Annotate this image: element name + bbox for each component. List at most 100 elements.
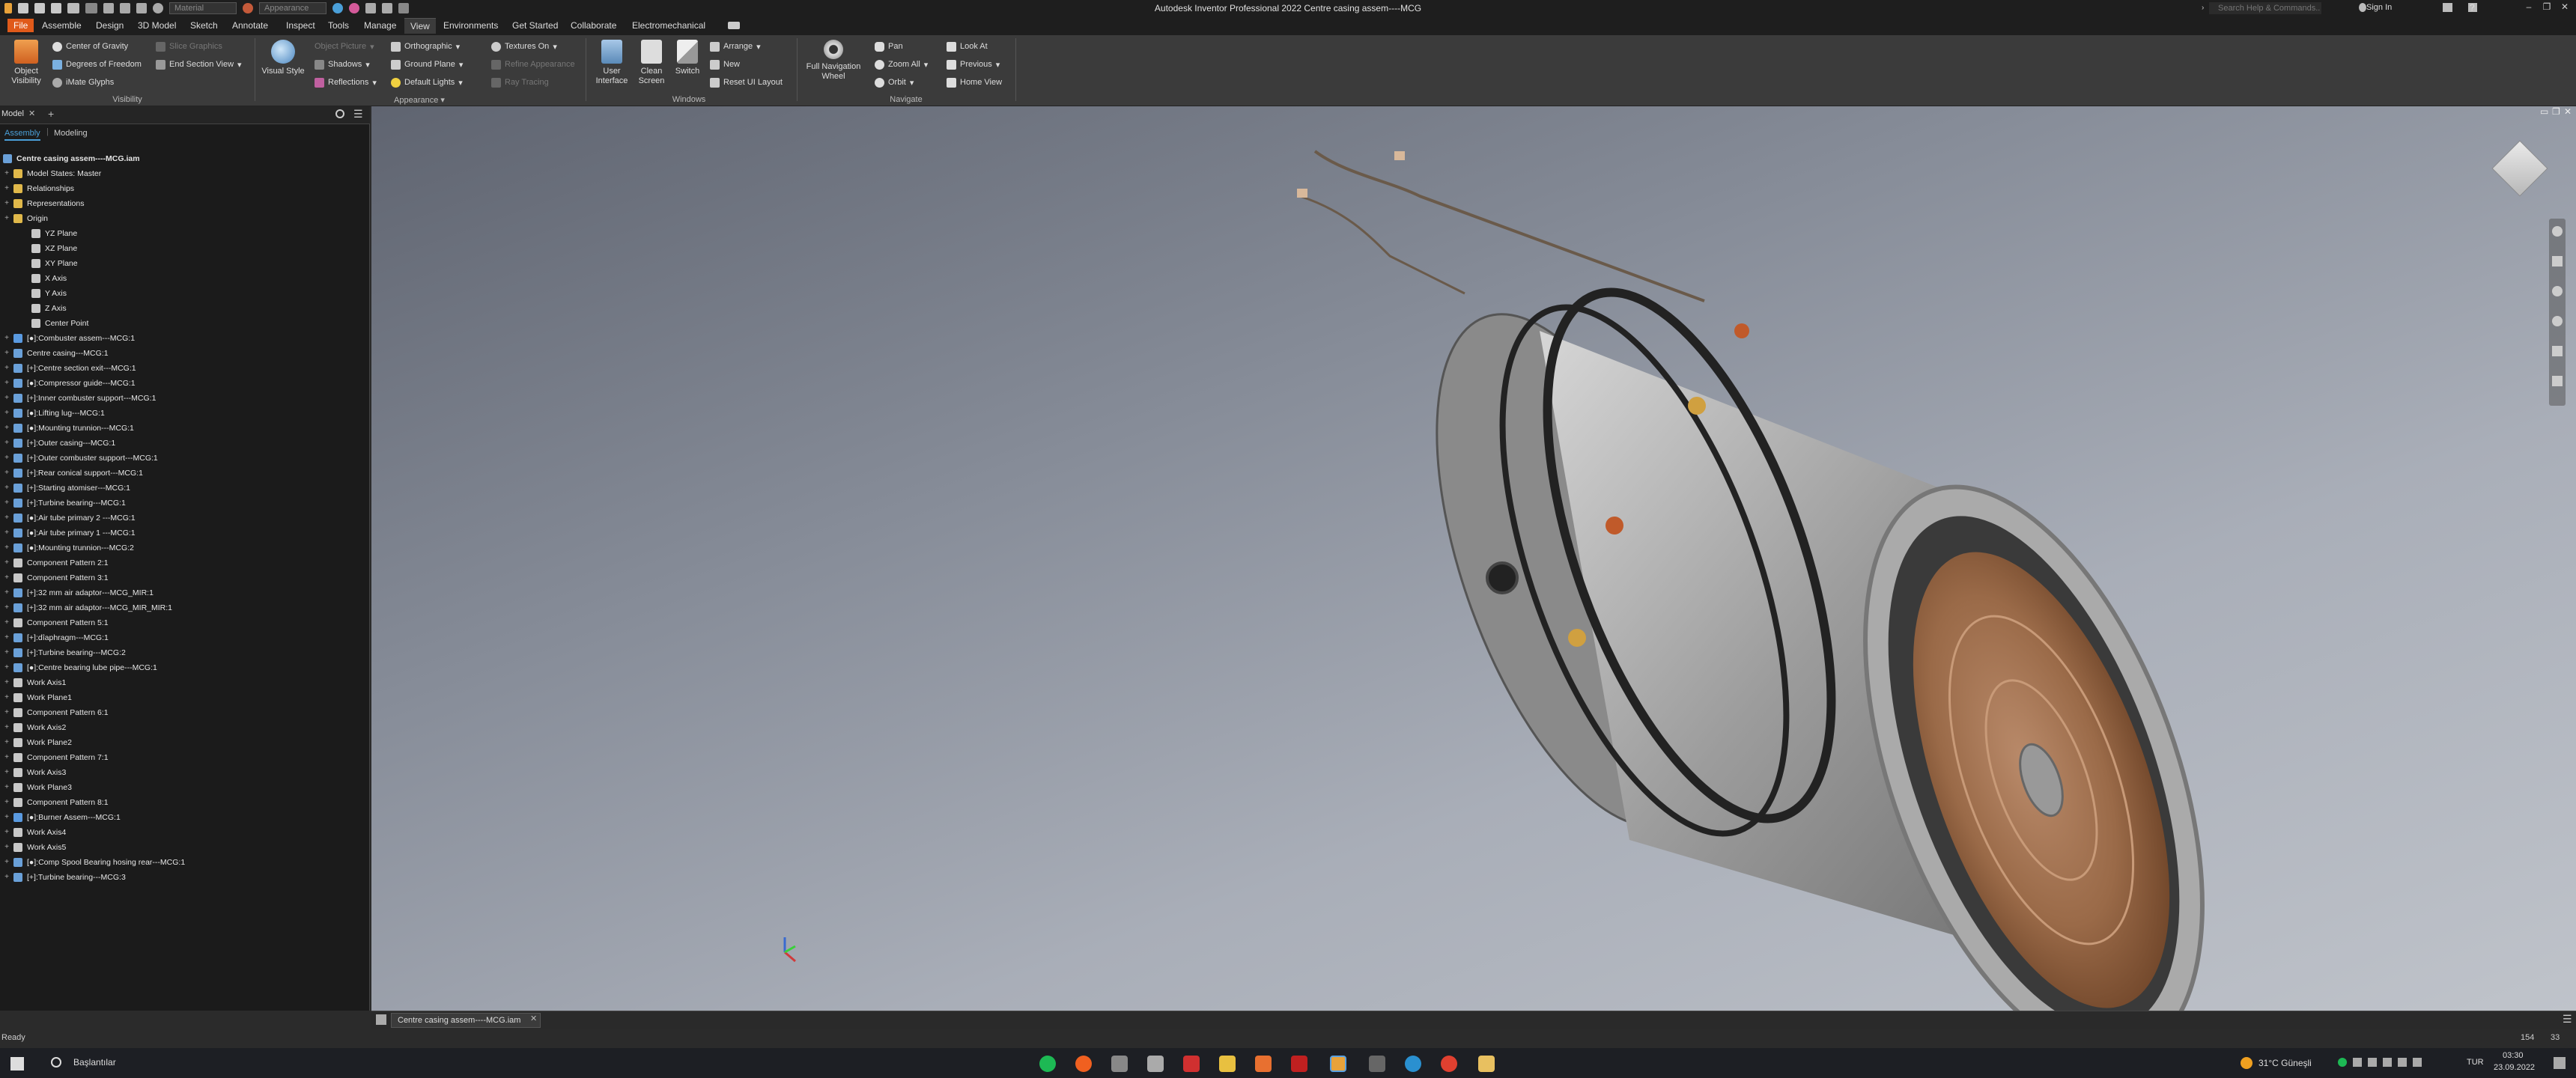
viewport-restore-icon[interactable]: ▭ [2540, 106, 2548, 117]
customize-icon[interactable] [398, 3, 409, 13]
full-navigation-wheel-button[interactable]: Full Navigation Wheel [801, 40, 866, 82]
expand-icon[interactable]: + [3, 496, 10, 511]
tree-item[interactable]: + Work Plane3 [0, 780, 370, 795]
tree-item[interactable]: Z Axis [0, 301, 370, 316]
taskbar-search-label[interactable]: Başlantılar [73, 1057, 116, 1068]
search-input[interactable] [2209, 2, 2321, 14]
reflections-button[interactable]: Reflections ▾ [315, 75, 377, 90]
new-window-button[interactable]: New [710, 57, 740, 72]
object-picture-button[interactable]: Object Picture ▾ [315, 39, 374, 54]
tab-assemble[interactable]: Assemble [42, 20, 82, 31]
search-icon[interactable] [51, 1057, 61, 1068]
material-select[interactable]: Material [169, 2, 237, 14]
expand-icon[interactable]: + [3, 196, 10, 211]
center-of-gravity-button[interactable]: Center of Gravity [52, 39, 128, 54]
expand-icon[interactable]: + [3, 451, 10, 466]
expand-icon[interactable]: + [3, 540, 10, 555]
inventor-logo-icon[interactable] [4, 3, 12, 13]
add-tab-icon[interactable]: + [48, 108, 54, 120]
expand-icon[interactable]: + [3, 361, 10, 376]
maximize-button[interactable]: ❐ [2540, 1, 2554, 13]
look-at-icon[interactable] [2552, 346, 2563, 356]
expand-icon[interactable]: + [3, 795, 10, 810]
new-icon[interactable] [18, 3, 28, 13]
graphics-viewport[interactable]: ▭ ❐ ✕ [371, 106, 2576, 1011]
tree-item[interactable]: XZ Plane [0, 241, 370, 256]
tree-item[interactable]: + [+]:Rear conical support---MCG:1 [0, 466, 370, 481]
close-tab-icon[interactable]: ✕ [28, 109, 35, 118]
expand-icon[interactable]: + [3, 765, 10, 780]
weather-icon[interactable] [2241, 1057, 2253, 1069]
zoom-icon[interactable] [2552, 286, 2563, 296]
refine-appearance-button[interactable]: Refine Appearance [491, 57, 575, 72]
textures-on-button[interactable]: Textures On ▾ [491, 39, 557, 54]
weather-text[interactable]: 31°C Güneşli [2258, 1058, 2312, 1068]
sign-in-link[interactable]: Sign In [2366, 3, 2392, 12]
clock-date[interactable]: 23.09.2022 [2494, 1063, 2535, 1072]
expand-icon[interactable]: + [3, 526, 10, 540]
expand-icon[interactable]: + [3, 630, 10, 645]
hamburger-menu-icon[interactable]: ☰ [353, 108, 363, 121]
battery-icon[interactable] [2413, 1058, 2422, 1067]
tree-item[interactable]: + [+]:Starting atomiser---MCG:1 [0, 481, 370, 496]
tree-item[interactable]: + [+]:Outer casing---MCG:1 [0, 436, 370, 451]
expand-icon[interactable]: + [3, 615, 10, 630]
minimize-button[interactable]: – [2522, 1, 2536, 13]
expand-icon[interactable]: + [3, 346, 10, 361]
tree-item[interactable]: + [●]:Centre bearing lube pipe---MCG:1 [0, 660, 370, 675]
pan-icon[interactable] [2552, 256, 2563, 267]
tree-item[interactable]: + Work Plane1 [0, 690, 370, 705]
ground-plane-button[interactable]: Ground Plane ▾ [391, 57, 463, 72]
arrange-button[interactable]: Arrange ▾ [710, 39, 761, 54]
fx-icon[interactable] [382, 3, 392, 13]
tab-assembly[interactable]: Assembly [4, 129, 40, 141]
tab-model[interactable]: Model [1, 109, 24, 118]
color-override-icon[interactable] [332, 3, 343, 13]
tabs-menu-icon[interactable]: ☰ [2563, 1013, 2572, 1026]
reset-ui-layout-button[interactable]: Reset UI Layout [710, 75, 783, 90]
orbit-button[interactable]: Orbit ▾ [875, 75, 914, 90]
tab-environments[interactable]: Environments [443, 20, 498, 31]
home-view-button[interactable]: Home View [947, 75, 1002, 90]
expand-icon[interactable]: + [3, 750, 10, 765]
tree-item[interactable]: + [+]:Centre section exit---MCG:1 [0, 361, 370, 376]
language-indicator[interactable]: TUR [2467, 1058, 2484, 1067]
previous-view-button[interactable]: Previous ▾ [947, 57, 1000, 72]
expand-icon[interactable]: + [3, 690, 10, 705]
tree-item[interactable]: + [+]:Outer combuster support---MCG:1 [0, 451, 370, 466]
expand-icon[interactable]: + [3, 660, 10, 675]
tab-tools[interactable]: Tools [328, 20, 349, 31]
expand-icon[interactable]: + [3, 840, 10, 855]
tree-item[interactable]: + [●]:Air tube primary 1 ---MCG:1 [0, 526, 370, 540]
update-icon[interactable] [120, 3, 130, 13]
search-icon[interactable] [335, 109, 344, 118]
tree-item[interactable]: + Component Pattern 7:1 [0, 750, 370, 765]
tree-item[interactable]: + [+]:Inner combuster support---MCG:1 [0, 391, 370, 406]
undo-icon[interactable] [67, 3, 79, 13]
default-lights-button[interactable]: Default Lights ▾ [391, 75, 463, 90]
tree-item[interactable]: + Component Pattern 2:1 [0, 555, 370, 570]
expand-icon[interactable]: + [3, 331, 10, 346]
app-icon[interactable] [1255, 1056, 1272, 1072]
spotify-icon[interactable] [1039, 1056, 1056, 1072]
tray-icon[interactable] [2368, 1058, 2377, 1067]
tree-item[interactable]: + [+]:Turbine bearing---MCG:3 [0, 870, 370, 885]
tree-item[interactable]: + Representations [0, 196, 370, 211]
help-icon[interactable]: ? [2470, 2, 2479, 13]
tree-item[interactable]: + [●]:Comp Spool Bearing hosing rear---MC… [0, 855, 370, 870]
expand-icon[interactable]: + [3, 645, 10, 660]
tree-item[interactable]: + Centre casing---MCG:1 [0, 346, 370, 361]
tree-item[interactable]: + Work Axis4 [0, 825, 370, 840]
end-section-view-button[interactable]: End Section View ▾ [156, 57, 242, 72]
tree-item[interactable]: + [+]:dîaphragm---MCG:1 [0, 630, 370, 645]
tree-item[interactable]: + Component Pattern 8:1 [0, 795, 370, 810]
tree-item[interactable]: + Component Pattern 6:1 [0, 705, 370, 720]
volume-icon[interactable] [2398, 1058, 2407, 1067]
app-icon[interactable] [1219, 1056, 1236, 1072]
app-icon[interactable] [1369, 1056, 1385, 1072]
expand-icon[interactable]: + [3, 166, 10, 181]
tab-manage[interactable]: Manage [364, 20, 396, 31]
expand-icon[interactable]: + [3, 406, 10, 421]
inventor-icon[interactable] [1330, 1056, 1346, 1072]
file-explorer-icon[interactable] [1147, 1056, 1164, 1072]
